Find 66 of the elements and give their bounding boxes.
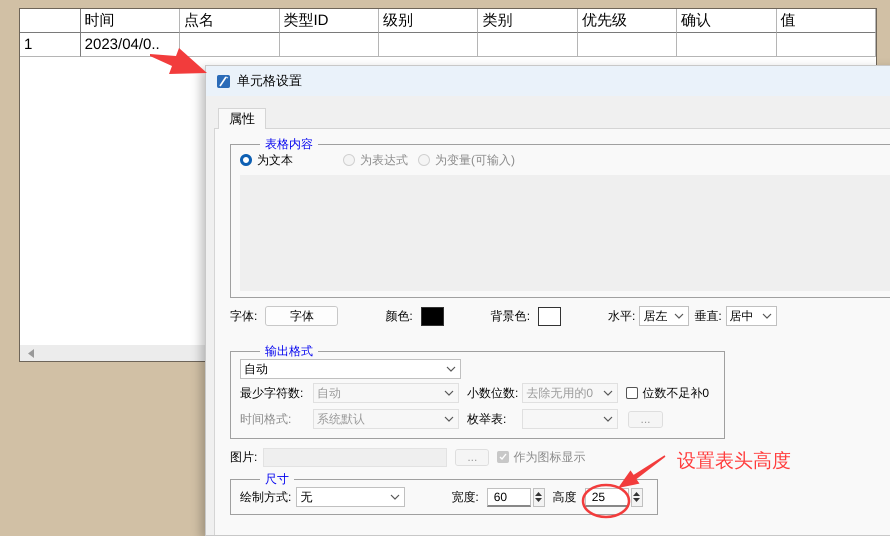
label: 图片: [230,448,258,466]
caret-icon [603,390,614,396]
column-header[interactable]: 值 [776,9,876,33]
dropdown[interactable]: 自动 [240,359,461,379]
label: 宽度: [451,488,479,506]
label: 小数位数: [467,384,518,402]
label: 枚举表: [467,410,508,428]
tab[interactable]: 属性 [218,108,266,129]
label: 高度 [552,488,577,506]
radio-indicator[interactable] [240,154,252,166]
spin-arrows-icon [535,491,542,503]
input-field[interactable]: 60 [486,488,531,506]
scroll-left-icon[interactable] [28,348,34,358]
highlight-circle [582,484,630,518]
radio-label: 为变量(可输入) [435,152,515,168]
arrow [618,455,666,488]
column-header[interactable]: 点名 [180,9,280,33]
caret-icon [444,390,454,396]
label: 时间格式: [240,410,292,428]
caret-icon [444,416,454,422]
caret-icon [603,416,613,422]
checkbox[interactable]: 位数不足补0 [626,384,710,402]
header-cell [20,9,81,33]
checkbox-box[interactable] [626,387,638,399]
check-icon [499,453,508,461]
caret-icon [446,366,456,372]
column-header[interactable]: 类别 [478,9,578,33]
label: 背景色: [490,308,530,324]
arrow [150,48,207,74]
column-header[interactable]: 级别 [378,9,478,33]
color-swatch[interactable] [538,306,562,326]
label: 水平: [608,308,636,324]
window-title: 单元格设置 [237,72,302,90]
group-title: 尺寸 [264,472,290,486]
color-swatch[interactable] [420,306,444,326]
checkbox-label: 位数不足补0 [642,384,710,402]
label: 绘制方式: [240,488,292,506]
radio-label: 为文本 [257,152,293,168]
radio-label: 为表达式 [360,152,408,168]
label: 最少字符数: [240,384,304,402]
dropdown[interactable] [522,409,618,429]
row-header: 1 [20,33,81,57]
dropdown[interactable]: 无 [296,487,406,507]
column-header[interactable]: 类型ID [280,9,379,33]
group-title: 输出格式 [264,344,314,358]
column-header[interactable]: 时间 [80,9,180,33]
spin-arrows-icon [633,491,640,503]
group-title: 表格内容 [264,137,314,151]
checkbox-label: 作为图标显示 [513,448,586,466]
caret-icon [390,494,400,500]
dropdown[interactable]: 居左 [639,306,690,326]
column-header[interactable]: 确认 [677,9,777,33]
spinner-button[interactable] [532,488,545,506]
dropdown[interactable]: 居中 [726,306,777,326]
caret-icon [762,313,772,319]
label: 字体: [230,308,258,324]
annotation-text: 设置表头高度 [677,450,791,474]
label: 颜色: [385,308,413,324]
app-icon [217,74,230,88]
label: 垂直: [694,308,722,324]
caret-icon [674,313,684,319]
font-button[interactable]: 字体 [265,306,338,326]
column-header[interactable]: 优先级 [578,9,678,33]
spinner-button[interactable] [630,488,643,506]
input-field[interactable]: 25 [584,488,629,506]
radio-button[interactable]: 为文本 [240,152,293,168]
